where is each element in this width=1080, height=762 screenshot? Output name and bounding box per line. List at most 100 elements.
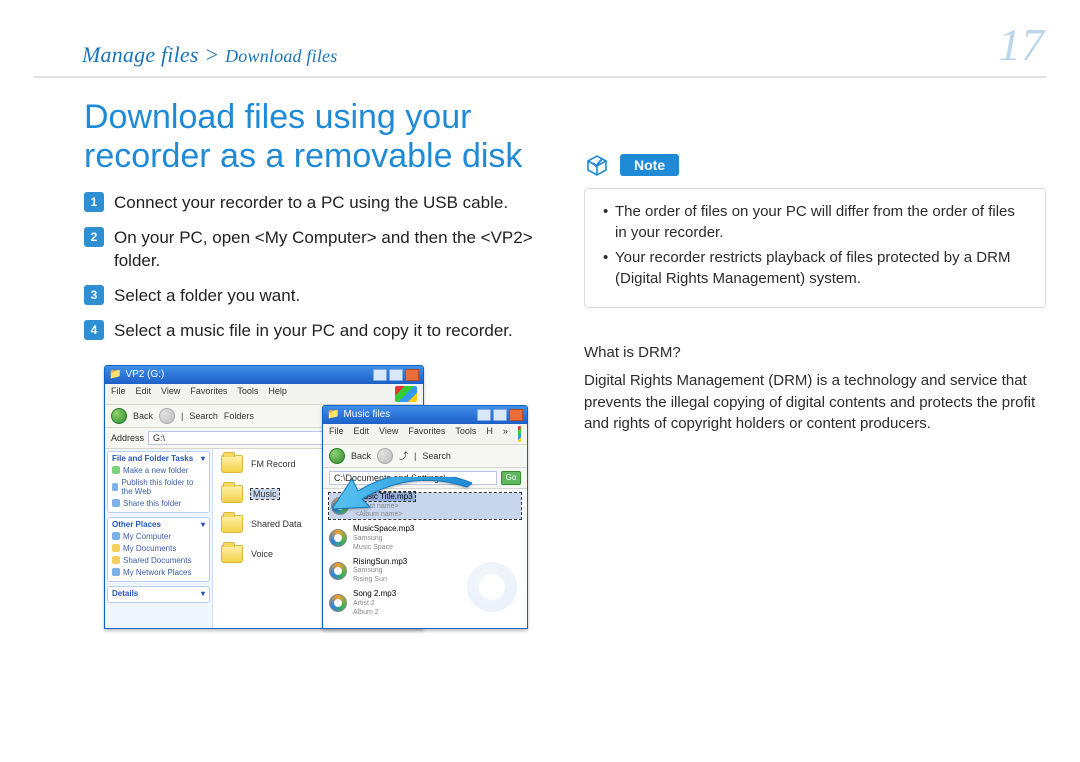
note-heading: Note [584,152,1046,178]
menu-item: View [379,426,398,442]
track-album: Album 2 [353,609,379,616]
bullet-icon [112,556,120,564]
step-item: 4Select a music file in your PC and copy… [84,314,546,349]
place-item: My Computer [123,532,171,541]
windows-logo-icon [395,386,417,402]
manual-page: Manage files > Download files 17 Downloa… [0,0,1080,762]
menu-item: Favorites [408,426,445,442]
bullet-icon [112,544,120,552]
maximize-icon [493,409,507,421]
step-item: 2 On your PC, open <My Computer> and then… [84,221,546,279]
chevron-icon: ▾ [201,454,205,463]
go-button: Go [501,471,521,485]
back-icon [111,408,127,424]
step-text: Connect your recorder to a PC using the … [114,193,508,212]
track-name: Song 2.mp3 [353,589,396,598]
menu-bar: File Edit View Favorites Tools H » [323,424,527,445]
track-artist: Artist 2 [353,600,375,607]
menu-item: File [329,426,344,442]
page-title: Download files using your recorder as a … [84,98,546,176]
menu-item: Favorites [190,386,227,402]
window-title: VP2 (G:) [125,369,164,380]
note-badge: Note [620,154,679,176]
back-icon [329,448,345,464]
step-list: 1 Connect your recorder to a PC using the… [84,186,546,349]
other-places-group: Other Places▾ My Computer My Documents S… [107,517,210,582]
menu-item: File [111,386,126,402]
bullet-icon [112,568,120,576]
menu-item: View [161,386,180,402]
page-number: 17 [998,22,1044,68]
overflow-icon: » [503,426,508,442]
window-title: Music files [343,409,390,420]
back-label: Back [351,451,371,461]
folder-icon [221,545,243,563]
chevron-icon: ▾ [201,589,205,598]
page-header: Manage files > Download files 17 [34,18,1046,78]
menu-item: Help [268,386,287,402]
menu-item: H [486,426,493,442]
tasks-header: File and Folder Tasks [112,454,193,463]
folder-icon [221,515,243,533]
step-text: On your PC, open <My Computer> and then … [114,228,533,270]
menu-item: Tools [455,426,476,442]
folders-label: Folders [224,411,254,421]
address-value: G:\ [153,433,165,443]
drive-icon: 📁 [109,369,121,380]
address-label: Address [111,433,144,443]
step-badge: 2 [84,227,104,247]
folder-label: Shared Data [251,519,302,529]
bullet-icon [112,499,120,507]
breadcrumb: Manage files > Download files [82,42,337,68]
close-icon [509,409,523,421]
folder-label: Music [251,489,279,499]
note-item: The order of files on your PC will diffe… [601,201,1029,243]
folder-icon: 📁 [327,409,339,420]
step-text: Select a music file in your PC and copy … [114,321,513,340]
drm-section: What is DRM? Digital Rights Management (… [584,342,1046,435]
left-column: Download files using your recorder as a … [84,92,546,635]
tasks-sidebar: File and Folder Tasks ▾ Make a new folder… [105,449,213,629]
search-label: Search [189,411,218,421]
step-item: 3Select a folder you want. [84,279,546,314]
breadcrumb-sep: > [204,42,219,67]
folder-label: FM Record [251,459,296,469]
forward-icon [377,448,393,464]
bullet-icon [112,466,120,474]
bullet-icon [112,483,118,491]
window-buttons [373,369,419,381]
windows-logo-icon [518,426,521,442]
task-item: Publish this folder to the Web [121,478,205,496]
track-album: Rising Sun [353,576,387,583]
step-badge: 1 [84,192,104,212]
track-artist: Samsung [353,567,383,574]
tasks-group: File and Folder Tasks ▾ Make a new folder… [107,451,210,513]
forward-icon [159,408,175,424]
back-label: Back [133,411,153,421]
details-group: Details▾ [107,586,210,603]
breadcrumb-sub: Download files [225,46,337,66]
track-album: Music Space [353,544,393,551]
drag-arrow-icon [332,477,472,532]
media-file-icon [329,594,347,612]
bullet-icon [112,532,120,540]
drm-answer: Digital Rights Management (DRM) is a tec… [584,370,1046,435]
folder-icon [221,455,243,473]
place-item: My Network Places [123,568,191,577]
step-badge: 3 [84,285,104,305]
window-buttons [477,409,523,421]
content-columns: Download files using your recorder as a … [34,78,1046,635]
menu-bar: File Edit View Favorites Tools Help [105,384,423,405]
step-item: 1 Connect your recorder to a PC using the… [84,186,546,221]
up-icon: ⤴ [399,449,408,462]
folder-icon [221,485,243,503]
task-item: Make a new folder [123,466,188,475]
maximize-icon [389,369,403,381]
note-box: The order of files on your PC will diffe… [584,188,1046,308]
right-column: Note The order of files on your PC will … [584,92,1046,635]
titlebar: 📁 VP2 (G:) [105,366,423,384]
note-item: Your recorder restricts playback of file… [601,247,1029,289]
explorer-illustration: 📁 VP2 (G:) File Edit View Favorites Tools… [104,365,534,635]
menu-item: Tools [237,386,258,402]
search-label: Search [422,451,451,461]
